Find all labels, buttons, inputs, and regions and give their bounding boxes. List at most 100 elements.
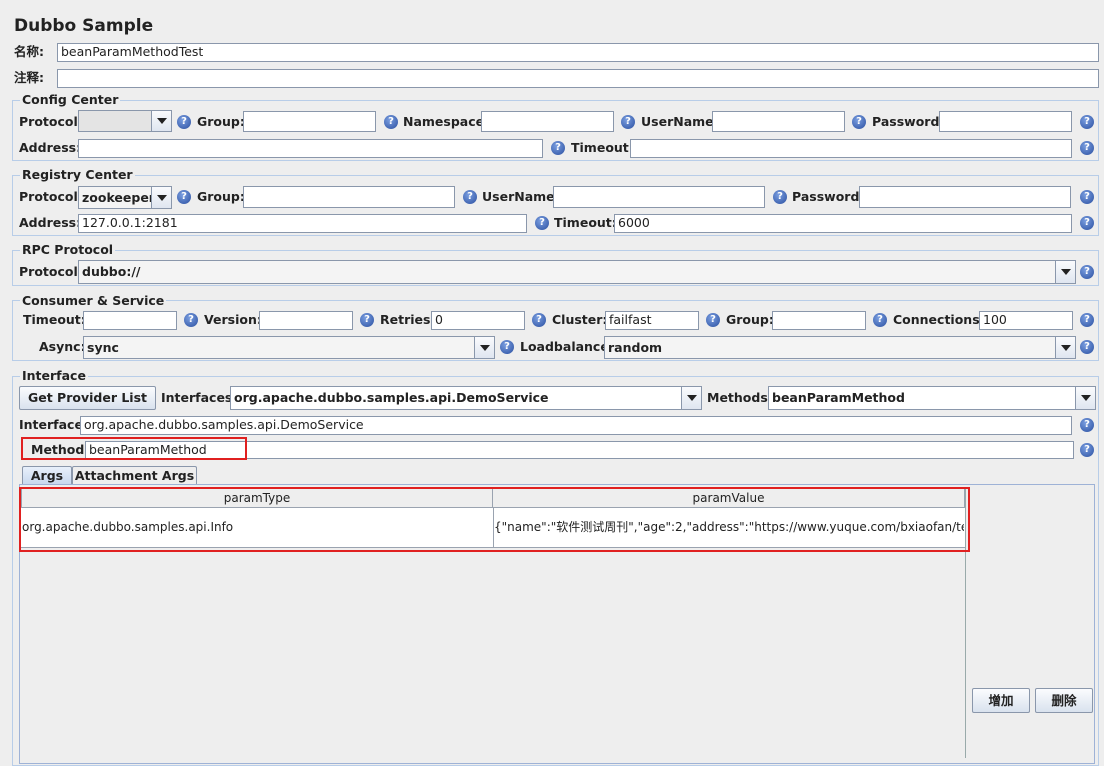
consumer-group-input[interactable] <box>772 311 866 330</box>
help-icon[interactable]: ? <box>1080 313 1094 327</box>
add-button[interactable]: 增加 <box>972 688 1030 713</box>
help-icon[interactable]: ? <box>463 190 477 204</box>
help-icon[interactable]: ? <box>1080 265 1094 279</box>
config-address-label: Address: <box>19 140 82 155</box>
help-icon[interactable]: ? <box>706 313 720 327</box>
consumer-loadbalance-label: Loadbalance: <box>520 339 614 354</box>
method-highlight-box <box>21 437 247 460</box>
chevron-down-icon[interactable] <box>474 337 494 358</box>
help-icon[interactable]: ? <box>360 313 374 327</box>
delete-button[interactable]: 删除 <box>1035 688 1093 713</box>
registry-timeout-input[interactable]: 6000 <box>614 214 1072 233</box>
help-icon[interactable]: ? <box>184 313 198 327</box>
name-input[interactable]: beanParamMethodTest <box>57 43 1099 62</box>
consumer-loadbalance-value: random <box>608 340 663 355</box>
consumer-connections-label: Connections: <box>893 312 985 327</box>
help-icon[interactable]: ? <box>1080 115 1094 129</box>
help-icon[interactable]: ? <box>532 313 546 327</box>
help-icon[interactable]: ? <box>177 190 191 204</box>
help-icon[interactable]: ? <box>1080 443 1094 457</box>
chevron-down-icon[interactable] <box>681 387 701 409</box>
registry-password-label: Password: <box>792 189 865 204</box>
config-group-input[interactable] <box>243 111 376 132</box>
rpc-protocol-value: dubbo:// <box>82 264 141 279</box>
chevron-down-icon[interactable] <box>1055 261 1075 283</box>
config-username-input[interactable] <box>712 111 845 132</box>
interface-input[interactable]: org.apache.dubbo.samples.api.DemoService <box>80 416 1072 435</box>
config-namespace-input[interactable] <box>481 111 614 132</box>
registry-address-input[interactable]: 127.0.0.1:2181 <box>78 214 527 233</box>
config-username-label: UserName: <box>641 114 719 129</box>
consumer-service-legend: Consumer & Service <box>20 293 167 308</box>
registry-password-input[interactable] <box>859 186 1071 208</box>
tab-attachment-args[interactable]: Attachment Args <box>72 466 197 485</box>
config-group-label: Group: <box>197 114 245 129</box>
config-namespace-label: Namespace: <box>403 114 490 129</box>
interfaces-value: org.apache.dubbo.samples.api.DemoService <box>234 390 549 405</box>
comment-input[interactable] <box>57 69 1099 88</box>
help-icon[interactable]: ? <box>1080 418 1094 432</box>
interfaces-label: Interfaces: <box>161 390 238 405</box>
name-label: 名称: <box>14 44 44 59</box>
registry-protocol-select[interactable]: zookeeper <box>78 186 172 209</box>
chevron-down-icon[interactable] <box>151 111 171 131</box>
help-icon[interactable]: ? <box>1080 141 1094 155</box>
help-icon[interactable]: ? <box>535 216 549 230</box>
registry-center-legend: Registry Center <box>20 167 135 182</box>
consumer-async-value: sync <box>87 340 119 355</box>
help-icon[interactable]: ? <box>873 313 887 327</box>
chevron-down-icon[interactable] <box>151 187 171 208</box>
chevron-down-icon[interactable] <box>1055 337 1075 358</box>
get-provider-list-button[interactable]: Get Provider List <box>19 386 156 410</box>
consumer-timeout-label: Timeout: <box>23 312 86 327</box>
table-highlight-box <box>19 487 970 552</box>
rpc-protocol-select[interactable]: dubbo:// <box>78 260 1076 284</box>
consumer-version-input[interactable] <box>259 311 353 330</box>
registry-group-label: Group: <box>197 189 245 204</box>
help-icon[interactable]: ? <box>621 115 635 129</box>
rpc-protocol-legend: RPC Protocol <box>20 242 116 257</box>
registry-group-input[interactable] <box>243 186 455 208</box>
consumer-group-label: Group: <box>726 312 774 327</box>
consumer-timeout-input[interactable] <box>83 311 177 330</box>
consumer-cluster-input[interactable]: failfast <box>605 311 699 330</box>
registry-protocol-value: zookeeper <box>82 190 155 205</box>
config-center-legend: Config Center <box>20 92 121 107</box>
consumer-retries-label: Retries: <box>380 312 436 327</box>
help-icon[interactable]: ? <box>1080 190 1094 204</box>
help-icon[interactable]: ? <box>1080 216 1094 230</box>
help-icon[interactable]: ? <box>551 141 565 155</box>
consumer-connections-input[interactable]: 100 <box>979 311 1073 330</box>
consumer-async-label: Async: <box>39 339 86 354</box>
registry-username-input[interactable] <box>553 186 765 208</box>
help-icon[interactable]: ? <box>773 190 787 204</box>
registry-username-label: UserName: <box>482 189 560 204</box>
config-password-input[interactable] <box>939 111 1072 132</box>
methods-label: Methods: <box>707 390 773 405</box>
config-address-input[interactable] <box>78 139 543 158</box>
config-timeout-label: Timeout: <box>571 140 634 155</box>
config-password-label: Password: <box>872 114 945 129</box>
consumer-retries-input[interactable]: 0 <box>431 311 525 330</box>
help-icon[interactable]: ? <box>852 115 866 129</box>
help-icon[interactable]: ? <box>1080 340 1094 354</box>
interface-legend: Interface <box>20 368 88 383</box>
config-timeout-input[interactable] <box>630 139 1072 158</box>
chevron-down-icon[interactable] <box>1075 387 1095 409</box>
registry-timeout-label: Timeout: <box>554 215 617 230</box>
consumer-async-select[interactable]: sync <box>83 336 495 359</box>
help-icon[interactable]: ? <box>177 115 191 129</box>
config-protocol-select[interactable] <box>78 110 172 132</box>
tab-args[interactable]: Args <box>22 466 72 485</box>
consumer-loadbalance-select[interactable]: random <box>604 336 1076 359</box>
methods-select[interactable]: beanParamMethod <box>768 386 1096 410</box>
registry-address-label: Address: <box>19 215 82 230</box>
consumer-version-label: Version: <box>204 312 262 327</box>
registry-protocol-label: Protocol: <box>19 189 83 204</box>
help-icon[interactable]: ? <box>500 340 514 354</box>
page-title: Dubbo Sample <box>14 16 154 36</box>
consumer-cluster-label: Cluster: <box>552 312 608 327</box>
comment-label: 注释: <box>14 70 44 85</box>
interfaces-select[interactable]: org.apache.dubbo.samples.api.DemoService <box>230 386 702 410</box>
help-icon[interactable]: ? <box>384 115 398 129</box>
